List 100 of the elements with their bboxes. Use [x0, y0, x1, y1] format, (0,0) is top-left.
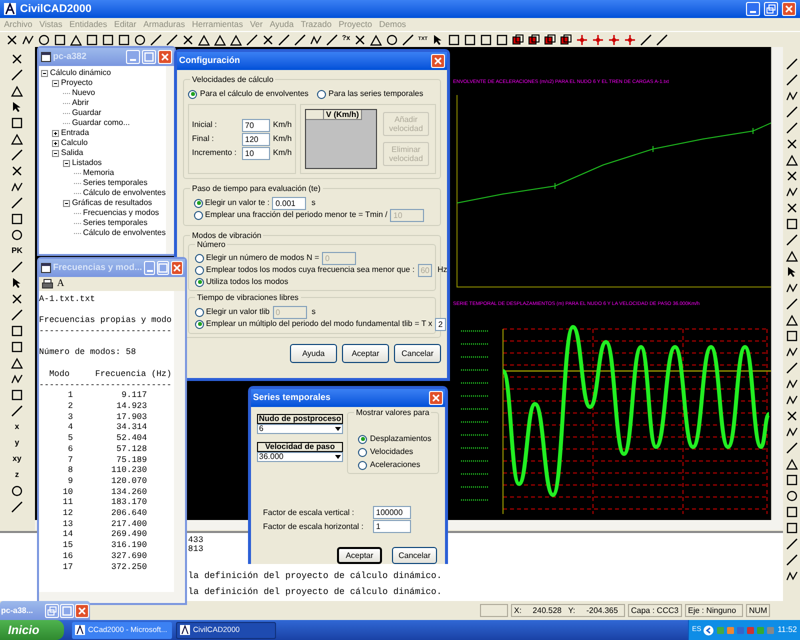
tree-item[interactable]: Guardar como... — [72, 118, 130, 128]
zigzag-icon[interactable] — [11, 373, 23, 385]
tree-item[interactable]: Calculo — [61, 138, 88, 148]
radio-button[interactable] — [195, 254, 204, 262]
line-icon[interactable] — [786, 554, 798, 566]
tree-item[interactable]: Series temporales — [83, 218, 148, 228]
restore-button[interactable] — [764, 2, 778, 16]
zigzag-icon[interactable] — [786, 378, 798, 390]
cross-icon[interactable] — [6, 34, 18, 46]
cube-icon[interactable] — [528, 34, 540, 46]
square-icon[interactable] — [11, 325, 23, 337]
triangle-icon[interactable] — [786, 250, 798, 262]
move-arrows-icon[interactable] — [576, 34, 588, 46]
radio-label[interactable]: Elegir un valor te : — [205, 197, 270, 209]
tree-item[interactable]: Series temporales — [83, 178, 148, 188]
radio-button[interactable] — [358, 460, 367, 470]
zigzag-icon[interactable] — [310, 34, 322, 46]
dialog-button[interactable]: Cancelar — [394, 344, 441, 363]
line-icon[interactable] — [640, 34, 652, 46]
radio-label[interactable]: Emplear un múltiplo del periodo del modo fundamental tlib = T x — [206, 318, 432, 330]
line-icon[interactable] — [786, 298, 798, 310]
line-icon[interactable] — [11, 405, 23, 417]
dialog-button[interactable]: Ayuda — [290, 344, 337, 363]
cross-icon[interactable] — [786, 170, 798, 182]
tree-item[interactable]: Listados — [72, 158, 102, 168]
line-icon[interactable] — [246, 34, 258, 46]
input-field[interactable]: 100000 — [373, 506, 411, 519]
close-button[interactable] — [75, 604, 89, 618]
zigzag-icon[interactable] — [786, 282, 798, 294]
zigzag-icon[interactable] — [786, 90, 798, 102]
radio-label[interactable]: Elegir un valor tlib — [206, 306, 270, 318]
square-icon[interactable] — [11, 213, 23, 225]
tree-item[interactable]: Memoria — [83, 168, 114, 178]
square-icon[interactable] — [786, 218, 798, 230]
line-icon[interactable] — [150, 34, 162, 46]
square-icon[interactable] — [11, 117, 23, 129]
line-icon[interactable] — [11, 69, 23, 81]
radio-label[interactable]: Aceleraciones — [370, 459, 420, 471]
input-field[interactable]: 2 — [435, 318, 446, 330]
line-icon[interactable] — [402, 34, 414, 46]
tree-item[interactable]: Cálculo de envolventes — [83, 188, 166, 198]
line-icon[interactable] — [786, 362, 798, 374]
dialog-button[interactable]: Aceptar — [337, 547, 382, 564]
cross-icon[interactable] — [786, 202, 798, 214]
square-icon[interactable] — [480, 34, 492, 46]
zigzag-icon[interactable] — [786, 394, 798, 406]
dialog-button[interactable]: Cancelar — [392, 547, 437, 564]
tree-item[interactable]: Nuevo — [72, 88, 96, 98]
radio-label[interactable]: Utiliza todos los modos — [206, 276, 288, 288]
tree-item[interactable]: Cálculo dinámico — [50, 68, 111, 78]
triangle-icon[interactable] — [70, 34, 82, 46]
cross-icon[interactable] — [182, 34, 194, 46]
dialog-button[interactable]: Aceptar — [342, 344, 389, 363]
cross-icon[interactable] — [11, 293, 23, 305]
toolbar-button[interactable]: z — [15, 469, 19, 481]
line-icon[interactable] — [786, 234, 798, 246]
radio-label[interactable]: Desplazamientos — [370, 433, 432, 445]
line-icon[interactable] — [166, 34, 178, 46]
cube-icon[interactable] — [544, 34, 556, 46]
triangle-icon[interactable] — [214, 34, 226, 46]
square-icon[interactable] — [786, 474, 798, 486]
line-icon[interactable] — [326, 34, 338, 46]
chevron-icon[interactable] — [703, 624, 714, 636]
tree-item[interactable]: Guardar — [72, 108, 102, 118]
square-icon[interactable] — [118, 34, 130, 46]
line-icon[interactable] — [278, 34, 290, 46]
radio-button[interactable] — [195, 308, 204, 316]
expander-icon[interactable] — [63, 200, 70, 206]
tree-item[interactable]: Frecuencias y modos — [83, 208, 160, 218]
pointer-icon[interactable] — [432, 34, 444, 46]
radio-label[interactable]: Velocidades — [370, 446, 414, 458]
line-icon[interactable] — [656, 34, 668, 46]
circle-icon[interactable] — [786, 490, 798, 502]
cross-icon[interactable] — [786, 138, 798, 150]
tree-item[interactable]: Abrir — [72, 98, 89, 108]
input-field[interactable]: 70 — [242, 118, 270, 132]
expander-icon[interactable] — [52, 80, 59, 86]
line-icon[interactable] — [786, 106, 798, 118]
radio-button[interactable] — [195, 266, 204, 274]
cross-icon[interactable] — [11, 53, 23, 65]
circle-icon[interactable] — [11, 229, 23, 241]
radio-button[interactable] — [188, 90, 197, 98]
radio-button[interactable] — [194, 198, 203, 208]
radio-button[interactable] — [316, 90, 326, 98]
square-icon[interactable] — [496, 34, 508, 46]
expander-icon[interactable] — [52, 130, 59, 136]
cross-icon[interactable] — [354, 34, 366, 46]
expander-icon[interactable] — [41, 70, 48, 76]
square-icon[interactable] — [102, 34, 114, 46]
cube-icon[interactable] — [560, 34, 572, 46]
square-icon[interactable] — [448, 34, 460, 46]
close-button[interactable] — [431, 54, 445, 68]
zigzag-icon[interactable] — [786, 186, 798, 198]
zigzag-icon[interactable] — [786, 570, 798, 582]
triangle-icon[interactable] — [230, 34, 242, 46]
square-icon[interactable] — [464, 34, 476, 46]
pointer-icon[interactable] — [11, 101, 23, 113]
cross-icon[interactable] — [262, 34, 274, 46]
square-icon[interactable] — [11, 389, 23, 401]
close-button[interactable] — [429, 391, 443, 405]
